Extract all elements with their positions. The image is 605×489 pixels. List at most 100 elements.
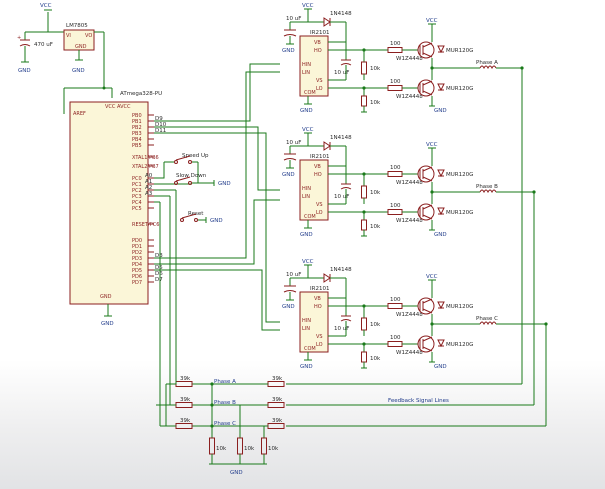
bootstrap-diode	[323, 273, 331, 283]
pulldown-label: 10k	[370, 224, 381, 230]
gnd-label: GND	[218, 181, 231, 187]
pulldown-label: 10k	[370, 356, 381, 362]
pulldown-resistor-low	[361, 219, 367, 231]
diode-label: 1N4148	[330, 267, 352, 273]
pin-lin: LIN	[302, 194, 310, 200]
switches-section: Speed Up Slow Down GND Reset GND	[163, 153, 231, 224]
svg-text:VO: VO	[85, 33, 92, 39]
flyback-diode	[437, 207, 445, 216]
gnd-label: GND	[282, 48, 295, 54]
feedback-series-label: 39k	[272, 376, 283, 382]
zener-label: W1Z4448	[396, 94, 423, 100]
gnd-label: GND	[300, 232, 313, 238]
gate-resistor-label: 100	[390, 41, 401, 47]
slow-down-label: Slow Down	[176, 173, 207, 179]
pin-ho: HO	[314, 48, 322, 54]
feedback-phase-label-2: Phase B	[214, 400, 236, 406]
vcc-label: VCC	[302, 3, 314, 9]
phase-inductor	[479, 321, 497, 326]
feedback-phase-label-1: Phase A	[214, 379, 236, 385]
pin-vb: VB	[314, 164, 321, 170]
mcu-pin-pb5: PB5	[132, 143, 142, 149]
pin-com: COM	[304, 90, 316, 96]
pulldown-resistor-high	[361, 185, 367, 199]
driver-cap-label: 10 uF	[286, 16, 301, 22]
pin-vs: VS	[316, 78, 323, 84]
feedback-ground-label: 10k	[216, 446, 227, 452]
gate-resistor-label: 100	[390, 79, 401, 85]
driver-cap-label: 10 uF	[286, 140, 301, 146]
phase-inductor	[479, 189, 497, 194]
pin-com: COM	[304, 346, 316, 352]
gate-resistor-label: 100	[390, 335, 401, 341]
mosfet-diode-label: MUR120G	[446, 86, 473, 92]
diode-label: 1N4148	[330, 135, 352, 141]
feedback-input-label: 39k	[180, 397, 191, 403]
gnd-label: GND	[282, 304, 295, 310]
bootstrap-cap-label: 10 uF	[334, 326, 349, 332]
mcu-pin-pc5: PC5	[132, 206, 142, 212]
pulldown-resistor-high	[361, 61, 367, 75]
feedback-ground-resistor-3	[261, 437, 267, 455]
zener-label: W1Z4448	[396, 56, 423, 62]
driver-stage-1: VCC 10 uF GND 1N4148 IR2101 VB HO HIN LIN VS LOCOM…	[282, 3, 524, 114]
vcc-label: VCC	[426, 18, 438, 24]
vcc-label: VCC	[426, 274, 438, 280]
gate-resistor-label: 100	[390, 297, 401, 303]
zener-label: W1Z4448	[396, 350, 423, 356]
pulldown-label: 10k	[370, 66, 381, 72]
mcu-name: ATmega328-PU	[120, 91, 162, 97]
feedback-series-label: 39k	[272, 397, 283, 403]
feedback-ground-label: 10k	[268, 446, 279, 452]
pulldown-label: 10k	[370, 100, 381, 106]
regulator-section: VCC + 470 uF GND LM7805 VI VO GND GND	[17, 3, 113, 114]
zener-label: W1Z4448	[396, 218, 423, 224]
gate-driver-stages: VCC10 uFGND1N4148IR2101VBHOHINLINVSLOCOM…	[282, 3, 548, 370]
vcc-label: VCC	[302, 127, 314, 133]
gnd-label: GND	[210, 218, 223, 224]
schematic-svg: VCC + 470 uF GND LM7805 VI VO GND GND AT…	[17, 3, 548, 476]
gnd-label: GND	[282, 172, 295, 178]
mcu-pin-xtal2-pb7: XTAL2/PB7	[132, 164, 159, 170]
gnd-label: GND	[300, 364, 313, 370]
phase-label-1: Phase A	[476, 60, 498, 66]
gnd-label: GND	[434, 108, 447, 114]
mcu-pin-pd7: PD7	[132, 280, 142, 286]
flyback-diode	[437, 169, 445, 178]
pulldown-resistor-low	[361, 351, 367, 363]
mosfet-diode-label: MUR120G	[446, 304, 473, 310]
pin-ho: HO	[314, 304, 322, 310]
flyback-diode	[437, 301, 445, 310]
feedback-series-resistor-1	[267, 381, 285, 387]
svg-text:AVCC: AVCC	[117, 104, 131, 110]
feedback-input-label: 39k	[180, 418, 191, 424]
driver-stage-3: VCC 10 uF GND 1N4148 IR2101 VB HO HIN LIN VS LOCOM…	[282, 259, 548, 370]
feedback-input-resistor-3	[175, 423, 193, 429]
driver-stage-2: VCC 10 uF GND 1N4148 IR2101 VB HO HIN LIN VS LOCOM…	[282, 127, 536, 238]
feedback-label: Feedback Signal Lines	[388, 398, 449, 404]
feedback-series-resistor-2	[267, 402, 285, 408]
bootstrap-diode	[323, 17, 331, 27]
gnd-label: GND	[300, 108, 313, 114]
pin-hin: HIN	[302, 62, 311, 68]
pin-lo: LO	[316, 86, 323, 92]
gnd-label: GND	[72, 68, 85, 74]
mosfet-diode-label: MUR120G	[446, 210, 473, 216]
driver-ic-label: IR2101	[310, 154, 329, 160]
gate-resistor-label: 100	[390, 203, 401, 209]
feedback-ground-resistor-1	[209, 437, 215, 455]
pin-vb: VB	[314, 40, 321, 46]
gate-resistor-label: 100	[390, 165, 401, 171]
gate-resistor-high	[387, 171, 403, 177]
feedback-input-resistor-2	[175, 402, 193, 408]
vcc-label: VCC	[40, 3, 52, 9]
gate-resistor-high	[387, 303, 403, 309]
mcu-pin-aref: AREF	[73, 111, 86, 117]
mcu-pin-reset-pc6: RESET/PC6	[132, 222, 159, 228]
flyback-diode	[437, 339, 445, 348]
driver-cap-label: 10 uF	[286, 272, 301, 278]
diode-label: 1N4148	[330, 11, 352, 17]
feedback-input-label: 39k	[180, 376, 191, 382]
svg-text:+: +	[17, 35, 21, 41]
pulldown-resistor-low	[361, 95, 367, 107]
